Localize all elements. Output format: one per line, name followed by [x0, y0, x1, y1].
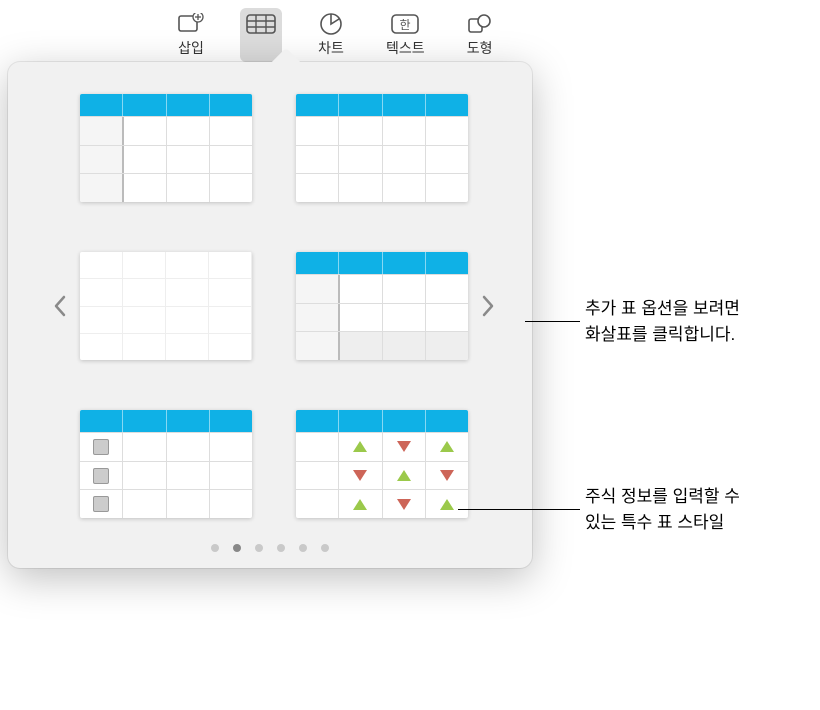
table-icon [246, 12, 276, 36]
table-style-4[interactable] [296, 252, 468, 360]
triangle-down-icon [440, 470, 454, 481]
toolbar-table[interactable] [240, 8, 282, 62]
table-style-5[interactable] [80, 410, 252, 518]
toolbar-insert[interactable]: 삽입 [170, 8, 212, 62]
insert-icon [176, 12, 206, 36]
toolbar-text[interactable]: 한 텍스트 [380, 8, 431, 62]
toolbar-shape[interactable]: 도형 [459, 8, 501, 62]
page-dot-3[interactable] [255, 544, 263, 552]
toolbar-chart-label: 차트 [318, 38, 344, 58]
triangle-down-icon [397, 441, 411, 452]
text-icon: 한 [390, 12, 420, 36]
triangle-up-icon [440, 441, 454, 452]
page-dot-6[interactable] [321, 544, 329, 552]
popover-body [48, 86, 492, 526]
page-dot-2[interactable] [233, 544, 241, 552]
toolbar-insert-label: 삽입 [178, 38, 204, 58]
table-styles-grid [80, 86, 468, 526]
callout-arrow-line2: 화살표를 클릭합니다. [585, 322, 740, 348]
shape-icon [465, 12, 495, 36]
callout-stock-line2: 있는 특수 표 스타일 [585, 510, 740, 536]
prev-arrow[interactable] [48, 286, 72, 326]
pagination-dots [48, 544, 492, 552]
table-styles-popover [8, 62, 532, 568]
callout-line-arrow [525, 321, 580, 322]
callout-line-stock [458, 509, 580, 510]
page-dot-1[interactable] [211, 544, 219, 552]
page-dot-5[interactable] [299, 544, 307, 552]
chart-icon [316, 12, 346, 36]
triangle-up-icon [397, 470, 411, 481]
next-arrow[interactable] [476, 286, 500, 326]
page-dot-4[interactable] [277, 544, 285, 552]
callout-arrow-line1: 추가 표 옵션을 보려면 [585, 296, 740, 322]
toolbar: 삽입 차트 한 텍스트 도형 [0, 0, 820, 62]
triangle-up-icon [353, 499, 367, 510]
toolbar-chart[interactable]: 차트 [310, 8, 352, 62]
table-style-2[interactable] [296, 94, 468, 202]
table-style-stock[interactable] [296, 410, 468, 518]
checkbox-icon [93, 496, 109, 512]
triangle-up-icon [353, 441, 367, 452]
callout-arrow: 추가 표 옵션을 보려면 화살표를 클릭합니다. [585, 296, 740, 347]
table-style-3[interactable] [80, 252, 252, 360]
toolbar-text-label: 텍스트 [386, 38, 425, 58]
triangle-up-icon [440, 499, 454, 510]
toolbar-shape-label: 도형 [467, 38, 493, 58]
triangle-down-icon [353, 470, 367, 481]
checkbox-icon [93, 439, 109, 455]
callout-stock-line1: 주식 정보를 입력할 수 [585, 484, 740, 510]
svg-text:한: 한 [400, 18, 411, 32]
callout-stock: 주식 정보를 입력할 수 있는 특수 표 스타일 [585, 484, 740, 535]
table-style-1[interactable] [80, 94, 252, 202]
triangle-down-icon [397, 499, 411, 510]
checkbox-icon [93, 468, 109, 484]
